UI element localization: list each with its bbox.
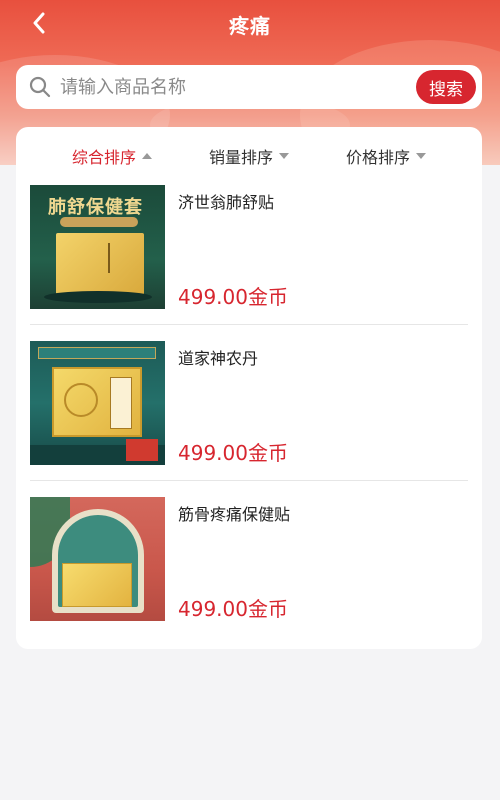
search-icon	[29, 76, 51, 98]
product-price: 499.00金币	[178, 597, 288, 621]
search-input[interactable]	[60, 76, 416, 98]
product-item[interactable]: 肺舒保健套 济世翁肺舒贴 499.00金币	[30, 185, 468, 309]
sort-tab-comprehensive[interactable]: 综合排序	[72, 141, 153, 171]
sort-tab-label: 价格排序	[346, 148, 411, 167]
caret-down-icon	[279, 153, 290, 159]
sort-bar: 综合排序 销量排序 价格排序	[16, 141, 482, 171]
search-button[interactable]: 搜索	[416, 70, 476, 104]
product-price: 499.00金币	[178, 285, 288, 309]
caret-up-icon	[142, 153, 153, 159]
search-bar: 搜索	[16, 65, 482, 109]
divider	[30, 480, 468, 481]
product-list-card: 综合排序 销量排序 价格排序 肺舒保健套 济世翁肺舒贴 499.00金币 道家神…	[16, 127, 482, 649]
caret-down-icon	[416, 153, 427, 159]
product-image: 肺舒保健套	[30, 185, 165, 309]
divider	[30, 324, 468, 325]
sort-tab-price[interactable]: 价格排序	[346, 141, 427, 171]
chevron-left-icon	[33, 12, 45, 34]
product-name: 筋骨疼痛保健贴	[178, 505, 291, 524]
sort-tab-label: 综合排序	[72, 148, 137, 167]
product-item[interactable]: 道家神农丹 499.00金币	[30, 341, 468, 465]
product-item[interactable]: 筋骨疼痛保健贴 499.00金币	[30, 497, 468, 621]
top-nav-bar: 疼痛	[0, 0, 500, 48]
product-image-title: 肺舒保健套	[48, 197, 143, 218]
product-image	[30, 497, 165, 621]
product-image	[30, 341, 165, 465]
product-name: 道家神农丹	[178, 349, 259, 368]
product-price: 499.00金币	[178, 441, 288, 465]
page-title: 疼痛	[229, 13, 271, 38]
product-name: 济世翁肺舒贴	[178, 193, 275, 212]
sort-tab-sales[interactable]: 销量排序	[209, 141, 290, 171]
sort-tab-label: 销量排序	[209, 148, 274, 167]
back-button[interactable]	[24, 8, 54, 38]
